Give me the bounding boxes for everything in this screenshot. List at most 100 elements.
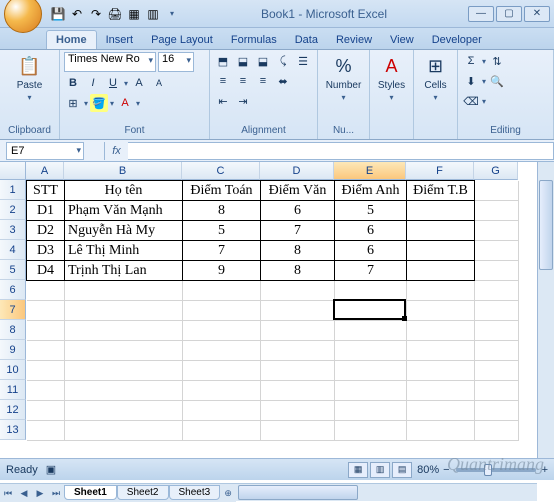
sheet-tab[interactable]: Sheet3 <box>169 485 221 500</box>
cell[interactable]: 8 <box>183 201 261 221</box>
row-header[interactable]: 11 <box>0 380 26 400</box>
cell[interactable] <box>335 361 407 381</box>
cell[interactable]: D3 <box>27 241 65 261</box>
first-sheet-button[interactable]: ⏮ <box>0 485 16 501</box>
scroll-thumb[interactable] <box>238 485 358 500</box>
cell[interactable] <box>475 241 519 261</box>
cell[interactable] <box>261 321 335 341</box>
fill-color-button[interactable]: 🪣 <box>90 94 108 112</box>
merge-button[interactable]: ⬌ <box>274 72 292 90</box>
align-right-button[interactable]: ≡ <box>254 72 272 90</box>
cell[interactable]: Nguyễn Hà My <box>65 221 183 241</box>
orientation-button[interactable]: ⤹ <box>274 52 292 70</box>
cell[interactable]: Điểm Anh <box>335 181 407 201</box>
cell[interactable] <box>475 421 519 441</box>
cell[interactable] <box>407 381 475 401</box>
chevron-down-icon[interactable]: ▾ <box>84 99 88 108</box>
cell[interactable] <box>407 281 475 301</box>
tab-data[interactable]: Data <box>286 31 327 49</box>
cell[interactable] <box>407 201 475 221</box>
tab-home[interactable]: Home <box>46 30 97 49</box>
cells-table[interactable]: STTHọ tênĐiểm ToánĐiểm VănĐiểm AnhĐiểm T… <box>26 180 519 441</box>
tab-formulas[interactable]: Formulas <box>222 31 286 49</box>
horizontal-scrollbar[interactable] <box>236 484 537 501</box>
cell[interactable]: 6 <box>261 201 335 221</box>
cell[interactable] <box>335 301 407 321</box>
cell[interactable]: Họ tên <box>65 181 183 201</box>
cell[interactable]: 7 <box>261 221 335 241</box>
column-header[interactable]: D <box>260 162 334 180</box>
cell[interactable] <box>407 261 475 281</box>
cell[interactable] <box>475 381 519 401</box>
row-header[interactable]: 12 <box>0 400 26 420</box>
chevron-down-icon[interactable]: ▾ <box>482 77 486 86</box>
cell[interactable] <box>335 401 407 421</box>
cell[interactable]: 9 <box>183 261 261 281</box>
align-middle-button[interactable]: ⬓ <box>234 52 252 70</box>
cell[interactable]: STT <box>27 181 65 201</box>
sheet-tab[interactable]: Sheet2 <box>117 485 169 500</box>
cell[interactable]: 8 <box>261 261 335 281</box>
zoom-slider[interactable] <box>456 468 536 472</box>
save-icon[interactable]: 💾 <box>50 6 66 22</box>
column-header[interactable]: B <box>64 162 182 180</box>
cell[interactable] <box>335 341 407 361</box>
font-name-combo[interactable]: Times New Ro <box>64 52 156 72</box>
tab-developer[interactable]: Developer <box>423 31 491 49</box>
italic-button[interactable]: I <box>84 74 102 92</box>
bold-button[interactable]: B <box>64 74 82 92</box>
row-header[interactable]: 6 <box>0 280 26 300</box>
cell[interactable] <box>475 201 519 221</box>
align-bottom-button[interactable]: ⬓ <box>254 52 272 70</box>
cell[interactable]: 6 <box>335 241 407 261</box>
cell[interactable] <box>475 301 519 321</box>
new-icon[interactable]: ▥ <box>145 6 161 22</box>
sheet-tab[interactable]: Sheet1 <box>64 485 117 500</box>
cell[interactable] <box>183 421 261 441</box>
cell[interactable] <box>407 241 475 261</box>
row-header[interactable]: 9 <box>0 340 26 360</box>
cell[interactable]: Phạm Văn Mạnh <box>65 201 183 221</box>
cell[interactable] <box>27 361 65 381</box>
macro-record-icon[interactable]: ▣ <box>46 463 56 476</box>
sort-filter-button[interactable]: ⇅ <box>488 52 506 70</box>
cell[interactable] <box>27 281 65 301</box>
cell[interactable] <box>407 301 475 321</box>
qat-dropdown-icon[interactable]: ▾ <box>164 6 180 22</box>
cell[interactable] <box>475 221 519 241</box>
new-sheet-button[interactable]: ⊕ <box>220 485 236 501</box>
cell[interactable] <box>407 341 475 361</box>
cell[interactable]: Trịnh Thị Lan <box>65 261 183 281</box>
cell[interactable] <box>65 421 183 441</box>
maximize-button[interactable]: ▢ <box>496 6 522 22</box>
cell[interactable]: Lê Thị Minh <box>65 241 183 261</box>
column-header[interactable]: F <box>406 162 474 180</box>
cell[interactable]: 7 <box>335 261 407 281</box>
align-top-button[interactable]: ⬒ <box>214 52 232 70</box>
cell[interactable] <box>407 321 475 341</box>
row-header[interactable]: 8 <box>0 320 26 340</box>
cell[interactable] <box>475 181 519 201</box>
cell[interactable] <box>335 421 407 441</box>
print-preview-icon[interactable]: 🖨 <box>107 6 123 22</box>
align-center-button[interactable]: ≡ <box>234 72 252 90</box>
font-color-button[interactable]: A <box>116 94 134 112</box>
cells-button[interactable]: ⊞Cells▾ <box>418 52 453 104</box>
cell[interactable] <box>27 381 65 401</box>
page-break-view-button[interactable]: ▤ <box>392 462 412 478</box>
cell[interactable]: Điểm Toán <box>183 181 261 201</box>
cell[interactable]: D2 <box>27 221 65 241</box>
align-left-button[interactable]: ≡ <box>214 72 232 90</box>
font-size-combo[interactable]: 16 <box>158 52 194 72</box>
cell[interactable] <box>335 281 407 301</box>
cell[interactable] <box>475 401 519 421</box>
cell[interactable] <box>27 341 65 361</box>
number-format-button[interactable]: % Number ▾ <box>322 52 365 104</box>
cell[interactable] <box>183 281 261 301</box>
cell[interactable] <box>261 401 335 421</box>
row-header[interactable]: 2 <box>0 200 26 220</box>
cell[interactable] <box>407 221 475 241</box>
cell[interactable] <box>261 381 335 401</box>
tab-insert[interactable]: Insert <box>97 31 143 49</box>
cell[interactable] <box>407 401 475 421</box>
